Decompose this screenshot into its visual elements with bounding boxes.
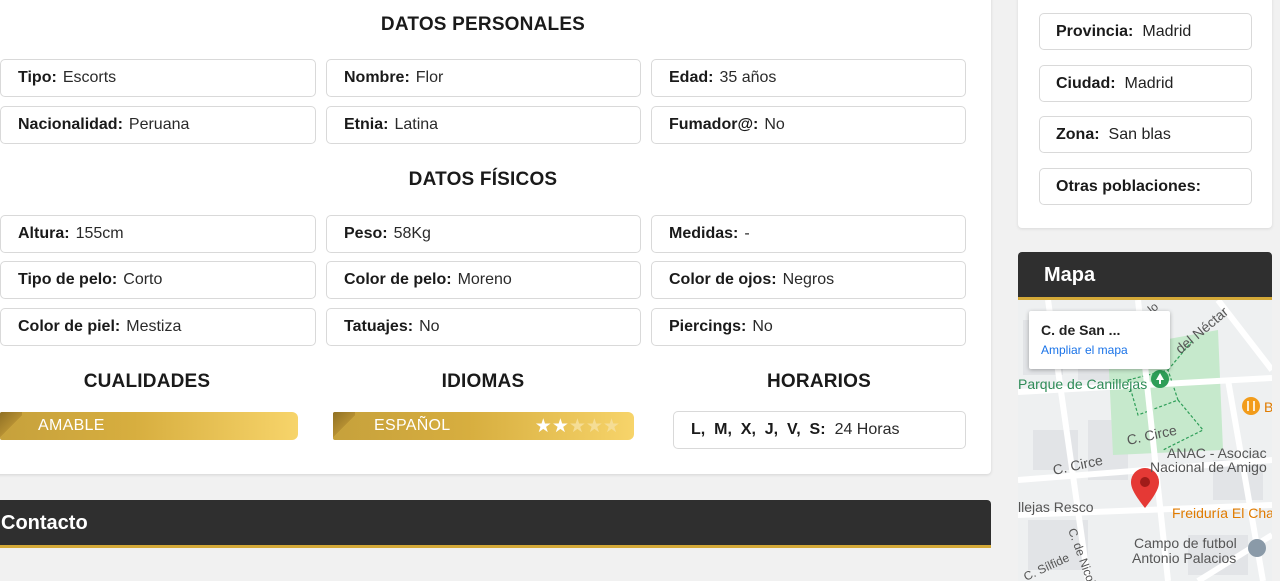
field-label: Medidas: — [669, 225, 739, 242]
field-provincia: Provincia: Madrid — [1039, 13, 1252, 50]
map-title: Mapa — [1044, 264, 1096, 286]
field-nacionalidad: Nacionalidad: Peruana — [0, 106, 316, 144]
schedule-days: L, M, X, J, V, S: — [691, 421, 826, 438]
field-label: Tipo de pelo: — [18, 271, 118, 288]
field-label: Color de pelo: — [344, 271, 452, 288]
schedule-hours: 24 Horas — [834, 421, 900, 438]
map-label-park: Parque de Canillejas — [1018, 376, 1147, 392]
field-piercings: Piercings: No — [651, 308, 966, 346]
field-altura: Altura: 155cm — [0, 215, 316, 253]
map-label-campo1: Campo de futbol — [1134, 535, 1237, 551]
field-label: Color de piel: — [18, 318, 121, 335]
star-rating: ★★★★★ — [535, 415, 620, 438]
map-label-anac2: Nacional de Amigo — [1150, 459, 1267, 475]
field-etnia: Etnia: Latina — [326, 106, 641, 144]
ribbon-fold — [333, 412, 355, 440]
field-value: Madrid — [1142, 22, 1192, 40]
map-label-freiduria: Freiduría El Cha — [1172, 505, 1272, 521]
language-badge: ESPAÑOL ★★★★★ — [333, 412, 634, 440]
ribbon-fold — [0, 412, 22, 440]
field-tatuajes: Tatuajes: No — [326, 308, 641, 346]
map-info-popup: C. de San ... Ampliar el mapa — [1029, 311, 1170, 369]
field-color-pelo: Color de pelo: Moreno — [326, 261, 641, 299]
field-label: Nombre: — [344, 69, 410, 86]
field-value: 155cm — [75, 225, 124, 242]
field-value: Peruana — [128, 116, 190, 133]
enlarge-map-link[interactable]: Ampliar el mapa — [1041, 343, 1128, 357]
field-value: Negros — [782, 271, 835, 288]
star-icon: ★ — [568, 416, 586, 437]
field-label: Tipo: — [18, 69, 57, 86]
star-icon: ★ — [551, 416, 569, 437]
star-icon: ★ — [602, 416, 620, 437]
field-value: Corto — [123, 271, 163, 288]
field-tipo: Tipo: Escorts — [0, 59, 316, 97]
field-label: Ciudad: — [1056, 74, 1116, 92]
languages-title: IDIOMAS — [441, 371, 525, 392]
map-label-campo2: Antonio Palacios — [1132, 550, 1236, 566]
map-header: Mapa — [1018, 252, 1272, 300]
field-value: Latina — [394, 116, 439, 133]
field-value: 58Kg — [393, 225, 431, 242]
field-zona: Zona: San blas — [1039, 116, 1252, 153]
star-icon: ★ — [585, 416, 603, 437]
field-color-ojos: Color de ojos: Negros — [651, 261, 966, 299]
field-label: Edad: — [669, 69, 714, 86]
schedule-field: L, M, X, J, V, S: 24 Horas — [673, 411, 966, 449]
personal-section-title: DATOS PERSONALES — [380, 14, 586, 35]
field-value: Madrid — [1124, 74, 1174, 92]
star-icon: ★ — [534, 416, 552, 437]
field-edad: Edad: 35 años — [651, 59, 966, 97]
field-value: Mestiza — [126, 318, 182, 335]
field-value: No — [764, 116, 785, 133]
schedule-title: HORARIOS — [767, 371, 871, 392]
field-label: Tatuajes: — [344, 318, 414, 335]
field-value: Moreno — [457, 271, 512, 288]
map-place-name: C. de San ... — [1041, 322, 1121, 338]
field-medidas: Medidas: - — [651, 215, 966, 253]
field-value: San blas — [1108, 125, 1171, 143]
field-value: Flor — [415, 69, 444, 86]
contact-header: Contacto — [0, 500, 991, 548]
physical-section-title: DATOS FÍSICOS — [408, 169, 558, 190]
field-tipo-pelo: Tipo de pelo: Corto — [0, 261, 316, 299]
field-label: Altura: — [18, 225, 70, 242]
map-label-resco: llejas Resco — [1018, 499, 1094, 515]
field-label: Zona: — [1056, 125, 1100, 143]
field-label: Peso: — [344, 225, 388, 242]
field-value: - — [744, 225, 750, 242]
field-color-piel: Color de piel: Mestiza — [0, 308, 316, 346]
quality-label: AMABLE — [38, 417, 105, 434]
field-fumador: Fumador@: No — [651, 106, 966, 144]
field-label: Color de ojos: — [669, 271, 777, 288]
field-value: No — [752, 318, 773, 335]
field-label: Otras poblaciones: — [1056, 177, 1201, 195]
field-nombre: Nombre: Flor — [326, 59, 641, 97]
contact-title: Contacto — [1, 512, 88, 534]
restaurant-marker-icon — [1242, 397, 1260, 415]
sports-marker-icon — [1248, 539, 1266, 557]
field-label: Fumador@: — [669, 116, 759, 133]
field-peso: Peso: 58Kg — [326, 215, 641, 253]
field-label: Piercings: — [669, 318, 747, 335]
language-label: ESPAÑOL — [374, 417, 451, 434]
field-ciudad: Ciudad: Madrid — [1039, 65, 1252, 102]
field-label: Provincia: — [1056, 22, 1134, 40]
field-value: No — [419, 318, 440, 335]
map-label-b: B — [1264, 399, 1272, 415]
qualities-title: CUALIDADES — [83, 371, 211, 392]
field-value: 35 años — [719, 69, 777, 86]
field-label: Etnia: — [344, 116, 389, 133]
field-value: Escorts — [62, 69, 117, 86]
field-label: Nacionalidad: — [18, 116, 123, 133]
quality-badge: AMABLE — [0, 412, 298, 440]
field-otras-poblaciones: Otras poblaciones: — [1039, 168, 1252, 205]
